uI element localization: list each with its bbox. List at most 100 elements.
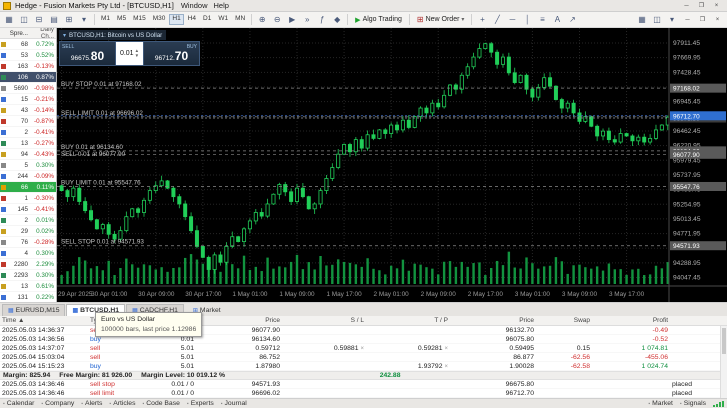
status-market[interactable]: ▪ Market <box>648 400 673 407</box>
spread-column-header[interactable]: Spre... <box>7 30 28 37</box>
market-watch-row[interactable]: 2 -0.41% <box>0 127 56 138</box>
market-watch-row[interactable]: 68 0.72% <box>0 39 56 50</box>
market-watch-row[interactable]: 66 0.11% <box>0 182 56 193</box>
column-header-price[interactable]: Price <box>196 317 282 324</box>
toolbox-icon[interactable]: ▤ <box>47 13 61 26</box>
market-watch-row[interactable]: 4 0.30% <box>0 248 56 259</box>
new-order-button[interactable]: ⊞ New Order ▾ <box>413 13 469 26</box>
remove-tp-icon[interactable]: × <box>444 364 448 370</box>
algo-trading-button[interactable]: ▶ Algo Trading <box>351 13 406 26</box>
market-watch-row[interactable]: 76 -0.28% <box>0 237 56 248</box>
volume-stepper[interactable]: 0.01 ▲ ▼ <box>116 41 143 66</box>
chart-panel[interactable]: BUY STOP 0.01 at 97168.02 SELL LIMIT 0.01… <box>57 28 727 302</box>
timeframe-h1[interactable]: H1 <box>169 14 184 25</box>
timeframe-m5[interactable]: M5 <box>114 14 129 25</box>
vertical-line-icon[interactable]: │ <box>520 13 534 26</box>
toolbox-tab-articles[interactable]: ▪ Articles <box>109 400 135 407</box>
toolbox-tab-calendar[interactable]: ▪ Calendar <box>3 400 34 407</box>
arrow-object-icon[interactable]: ↗ <box>565 13 579 26</box>
column-header-profit[interactable]: Profit <box>592 317 670 324</box>
data-window-icon[interactable]: ◫ <box>17 13 31 26</box>
status-signals[interactable]: ▪ Signals <box>680 400 706 407</box>
tile-windows-icon[interactable]: ▦ <box>635 13 649 26</box>
market-watch-row[interactable]: 5690 -0.98% <box>0 83 56 94</box>
timeframe-h4[interactable]: H4 <box>185 14 199 25</box>
navigator-icon[interactable]: ⊟ <box>32 13 46 26</box>
market-watch-row[interactable]: 43 -0.14% <box>0 105 56 116</box>
sell-button[interactable]: SELL 96675. 80 <box>59 41 116 66</box>
market-watch-row[interactable]: 2280 2.29% <box>0 259 56 270</box>
horizontal-line-icon[interactable]: ─ <box>505 13 519 26</box>
column-header-t-p[interactable]: T / P <box>366 317 450 324</box>
remove-tp-icon[interactable]: × <box>444 346 448 352</box>
cascade-windows-icon[interactable]: ◫ <box>650 13 664 26</box>
position-row[interactable]: 2025.05.04 15:03:04 sell 5.01 86.752 86.877 -… <box>0 353 727 362</box>
timeframe-w1[interactable]: W1 <box>215 14 231 25</box>
market-watch-row[interactable]: 13 -0.27% <box>0 138 56 149</box>
market-watch-row[interactable]: 106 0.87% <box>0 72 56 83</box>
market-watch-header[interactable]: Spre... Daily Ch... <box>0 28 56 40</box>
minimize-button[interactable]: ─ <box>679 1 694 11</box>
toolbox-scrollbar[interactable] <box>720 326 727 398</box>
market-watch-icon[interactable]: ▦ <box>2 13 16 26</box>
timeframe-mn[interactable]: MN <box>232 14 248 25</box>
remove-sl-icon[interactable]: × <box>360 346 364 352</box>
crosshair-icon[interactable]: + <box>475 13 489 26</box>
market-watch-row[interactable]: 2293 0.30% <box>0 270 56 281</box>
market-watch-row[interactable]: 29 0.02% <box>0 226 56 237</box>
position-row[interactable]: 2025.05.03 14:37:07 sell 5.01 0.59712 0.5988… <box>0 344 727 353</box>
timeframe-m1[interactable]: M1 <box>98 14 113 25</box>
toolbox-tab-code-base[interactable]: ▪ Code Base <box>142 400 179 407</box>
fibonacci-icon[interactable]: ≡ <box>535 13 549 26</box>
volume-spinner-icons[interactable]: ▲ ▼ <box>135 48 139 58</box>
position-row[interactable]: 2025.05.04 15:15:23 buy 5.01 1.87980 1.93792… <box>0 362 727 371</box>
toolbar-more-icon[interactable]: ▾ <box>665 13 679 26</box>
child-restore-button[interactable]: ❐ <box>695 15 710 25</box>
price-chart[interactable]: BUY STOP 0.01 at 97168.02SELL LIMIT 0.01… <box>57 28 727 302</box>
child-close-button[interactable]: × <box>710 15 725 25</box>
zoom-out-icon[interactable]: ⊖ <box>270 13 284 26</box>
toolbox-tab-journal[interactable]: ▪ Journal <box>221 400 247 407</box>
buy-button[interactable]: BUY 96712. 70 <box>143 41 200 66</box>
market-watch-row[interactable]: 145 -0.41% <box>0 204 56 215</box>
zoom-in-icon[interactable]: ⊕ <box>255 13 269 26</box>
market-watch-row[interactable]: 13 0.61% <box>0 281 56 292</box>
market-watch-row[interactable]: 131 0.22% <box>0 292 56 302</box>
column-header-s-l[interactable]: S / L <box>282 317 366 324</box>
market-watch-row[interactable]: 2 0.01% <box>0 215 56 226</box>
pending-order-row[interactable]: 2025.05.03 14:36:46 sell limit 0.01 / 0 966… <box>0 389 727 398</box>
daily-change-column-header[interactable]: Daily Ch... <box>28 28 56 40</box>
menu-help[interactable]: Help <box>211 1 232 10</box>
scrollbar-thumb[interactable] <box>722 328 726 354</box>
market-watch-row[interactable]: 15 -0.21% <box>0 94 56 105</box>
market-watch-row[interactable]: 70 -0.87% <box>0 116 56 127</box>
objects-icon[interactable]: ◆ <box>330 13 344 26</box>
pending-order-row[interactable]: 2025.05.03 14:36:46 sell stop 0.01 / 0 9457… <box>0 380 727 389</box>
chart-tab-eurusd-m15[interactable]: ▦ EURUSD,M15 <box>2 304 66 316</box>
column-header-price[interactable]: Price <box>450 317 536 324</box>
close-button[interactable]: × <box>709 1 724 11</box>
market-watch-row[interactable]: 5 0.30% <box>0 160 56 171</box>
text-label-icon[interactable]: A <box>550 13 564 26</box>
timeframe-m30[interactable]: M30 <box>150 14 169 25</box>
new-chart-icon[interactable]: ⊞ <box>62 13 76 26</box>
profiles-icon[interactable]: ▾ <box>77 13 91 26</box>
menu-window[interactable]: Window <box>178 1 211 10</box>
child-minimize-button[interactable]: ─ <box>680 15 695 25</box>
chart-shift-icon[interactable]: » <box>300 13 314 26</box>
trendline-icon[interactable]: ╱ <box>490 13 504 26</box>
toolbox-tab-alerts[interactable]: ▪ Alerts <box>81 400 102 407</box>
market-watch-row[interactable]: 53 0.52% <box>0 50 56 61</box>
market-watch-row[interactable]: 94 -0.43% <box>0 149 56 160</box>
market-watch-row[interactable]: 163 -0.13% <box>0 61 56 72</box>
indicators-icon[interactable]: ƒ <box>315 13 329 26</box>
market-watch-row[interactable]: 244 -0.09% <box>0 171 56 182</box>
toolbox-tab-experts[interactable]: ▪ Experts <box>187 400 214 407</box>
auto-scroll-icon[interactable]: ▶ <box>285 13 299 26</box>
maximize-button[interactable]: ❐ <box>694 1 709 11</box>
column-header-swap[interactable]: Swap <box>536 317 592 324</box>
toolbox-tab-company[interactable]: ▪ Company <box>41 400 74 407</box>
column-header-time[interactable]: Time ▲ <box>0 317 88 324</box>
market-watch-row[interactable]: 1 -0.30% <box>0 193 56 204</box>
timeframe-d1[interactable]: D1 <box>200 14 214 25</box>
